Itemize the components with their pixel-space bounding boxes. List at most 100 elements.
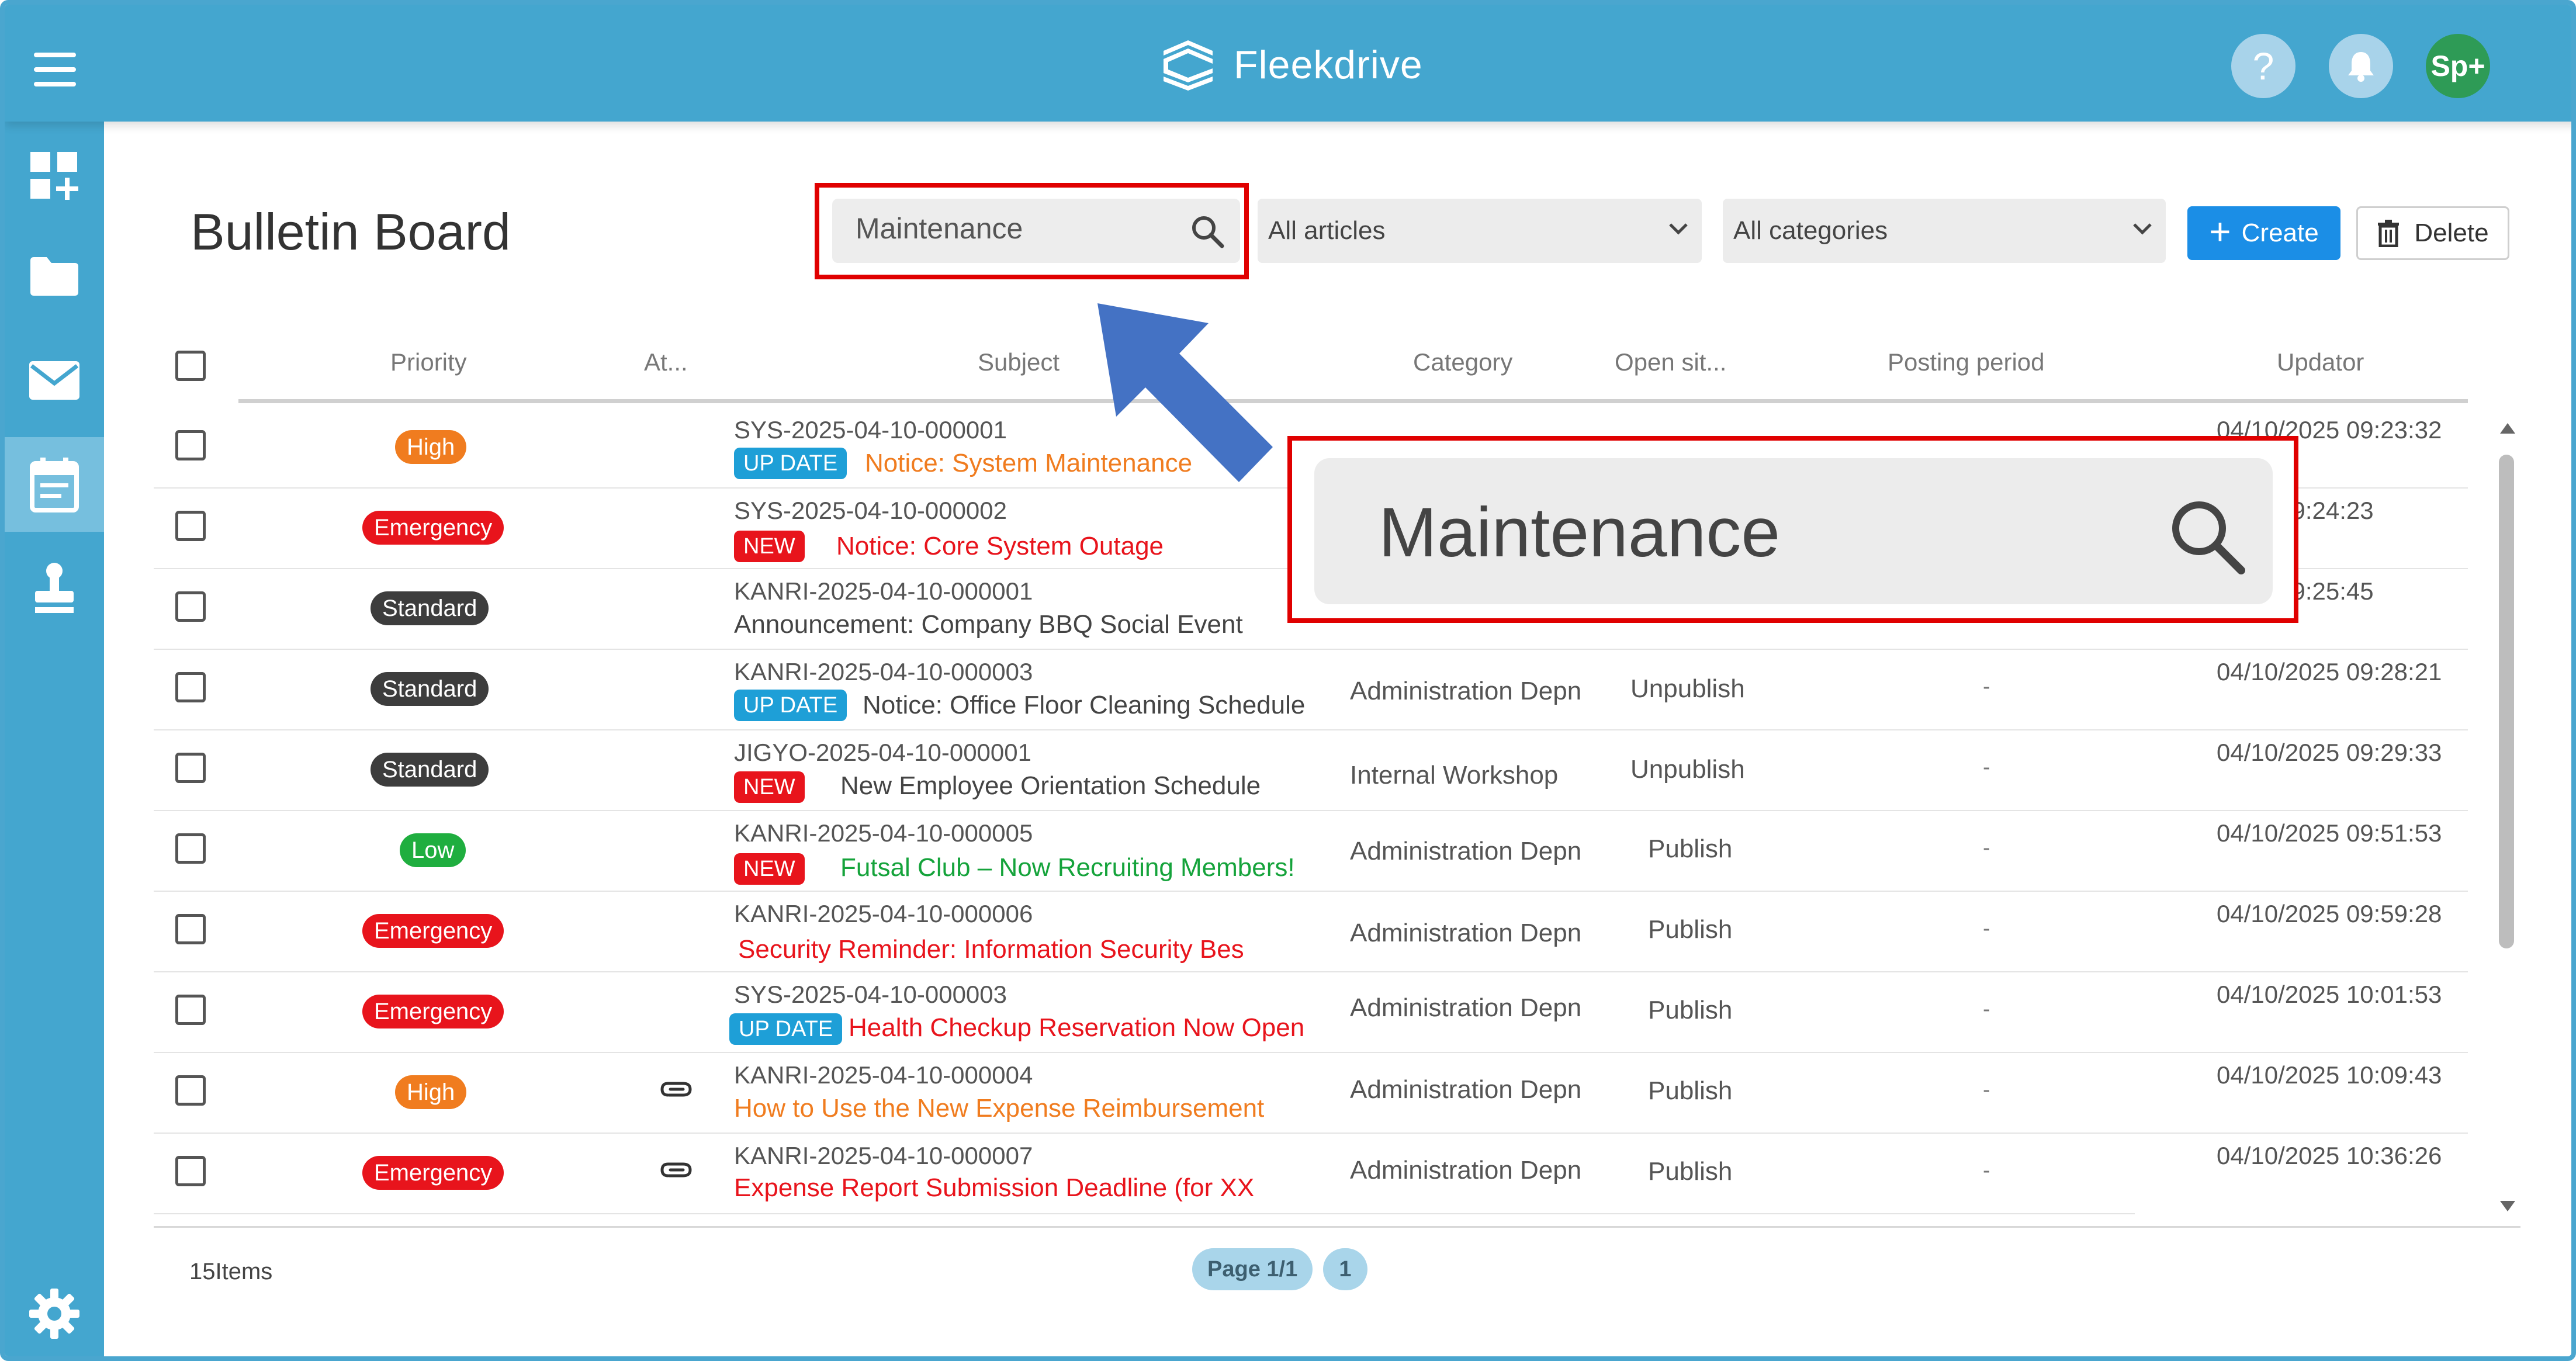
sidebar-item-approval[interactable] <box>5 541 104 636</box>
zoomed-search-text: Maintenance <box>1379 493 1781 572</box>
document-number: KANRI-2025-04-10-000006 <box>734 900 1033 927</box>
menu-icon[interactable] <box>34 53 81 88</box>
document-number: KANRI-2025-04-10-000005 <box>734 819 1033 847</box>
column-header-category[interactable]: Category <box>1413 348 1512 376</box>
row-checkbox[interactable] <box>175 753 206 783</box>
item-count: 15Items <box>189 1259 273 1284</box>
category-cell: Internal Workshop <box>1350 761 1559 789</box>
user-avatar[interactable]: Sp+ <box>2426 34 2490 98</box>
priority-badge: High <box>395 430 467 464</box>
document-number: KANRI-2025-04-10-000003 <box>734 658 1033 685</box>
subject-link[interactable]: Futsal Club – Now Recruiting Members! <box>840 853 1295 882</box>
fleekdrive-logo-icon <box>1164 40 1213 91</box>
subject-link[interactable]: How to Use the New Expense Reimbursement <box>734 1094 1264 1123</box>
row-checkbox[interactable] <box>175 591 206 622</box>
priority-badge: Low <box>400 833 466 867</box>
posting-period-cell: - <box>1983 1078 1990 1102</box>
search-value: Maintenance <box>856 212 1023 245</box>
mail-icon <box>29 361 79 400</box>
scroll-thumb[interactable] <box>2499 455 2514 948</box>
column-header-open-site[interactable]: Open sit... <box>1615 348 1726 376</box>
row-divider <box>154 810 2468 811</box>
paperclip-icon <box>660 1162 692 1178</box>
document-number: SYS-2025-04-10-000001 <box>734 416 1007 444</box>
posting-period-cell: - <box>1983 755 1990 780</box>
chevron-down-icon <box>2133 223 2152 235</box>
footer-divider <box>154 1226 2520 1228</box>
search-input[interactable]: Maintenance <box>832 199 1240 263</box>
app-logo[interactable]: Fleekdrive <box>1159 33 1423 97</box>
settings-icon <box>29 1289 79 1339</box>
row-checkbox[interactable] <box>175 511 206 541</box>
subject-link[interactable]: Announcement: Company BBQ Social Event <box>734 610 1243 639</box>
category-cell: Administration Depn <box>1350 919 1582 947</box>
settings-button[interactable] <box>28 1287 81 1343</box>
priority-badge: Emergency <box>362 1156 504 1190</box>
update-tag: UP DATE <box>734 448 847 479</box>
brand-name: Fleekdrive <box>1234 43 1423 87</box>
document-number: KANRI-2025-04-10-000001 <box>734 577 1033 605</box>
update-tag: UP DATE <box>729 1013 843 1045</box>
scroll-down-icon[interactable] <box>2499 1200 2516 1214</box>
document-number: KANRI-2025-04-10-000007 <box>734 1142 1033 1169</box>
sidebar-item-folders[interactable] <box>5 229 104 324</box>
categories-filter-select[interactable]: All categories <box>1723 199 2166 263</box>
subject-link[interactable]: Notice: Office Floor Cleaning Schedule <box>863 691 1305 720</box>
column-header-posting-period[interactable]: Posting period <box>1888 348 2045 376</box>
new-tag: NEW <box>734 771 805 803</box>
categories-filter-value: All categories <box>1733 216 1888 245</box>
row-checkbox[interactable] <box>175 995 206 1025</box>
page-number-button[interactable]: 1 <box>1323 1248 1367 1290</box>
page-indicator: Page 1/1 <box>1192 1248 1313 1290</box>
sidebar-item-mail[interactable] <box>5 333 104 428</box>
dashboard-add-icon <box>30 152 78 200</box>
document-number: SYS-2025-04-10-000002 <box>734 497 1007 524</box>
column-header-attachment[interactable]: At... <box>644 348 688 376</box>
column-header-updator[interactable]: Updator <box>2277 348 2364 376</box>
sidebar <box>5 122 104 1356</box>
subject-link[interactable]: New Employee Orientation Schedule <box>840 771 1261 801</box>
paperclip-icon <box>660 1082 692 1097</box>
articles-filter-value: All articles <box>1268 216 1386 245</box>
posting-period-cell: - <box>1983 916 1990 941</box>
sidebar-item-bulletin[interactable] <box>5 437 104 532</box>
plus-icon: + <box>2209 210 2231 252</box>
trash-icon <box>2378 220 2400 247</box>
row-checkbox[interactable] <box>175 914 206 944</box>
select-all-checkbox[interactable] <box>175 351 206 381</box>
updated-timestamp: 04/10/2025 10:01:53 <box>2217 981 2442 1008</box>
subject-link[interactable]: Health Checkup Reservation Now Open <box>849 1013 1304 1043</box>
priority-badge: High <box>395 1075 467 1109</box>
row-divider <box>154 1213 2135 1214</box>
notifications-button[interactable] <box>2329 34 2393 98</box>
priority-badge: Standard <box>371 672 489 706</box>
row-checkbox[interactable] <box>175 430 206 460</box>
status-cell: Publish <box>1648 915 1733 944</box>
row-checkbox[interactable] <box>175 1075 206 1106</box>
help-button[interactable]: ? <box>2231 34 2295 98</box>
row-checkbox[interactable] <box>175 833 206 864</box>
create-button[interactable]: + Create <box>2187 206 2340 260</box>
priority-badge: Standard <box>371 753 489 787</box>
sidebar-item-dashboard[interactable] <box>5 129 104 223</box>
row-checkbox[interactable] <box>175 1156 206 1186</box>
status-cell: Publish <box>1648 996 1733 1024</box>
articles-filter-select[interactable]: All articles <box>1258 199 1702 263</box>
row-divider <box>154 891 2468 892</box>
scroll-up-icon[interactable] <box>2499 421 2516 435</box>
subject-link[interactable]: Security Reminder: Information Security … <box>738 935 1244 964</box>
posting-period-cell: - <box>1983 1158 1990 1183</box>
column-header-subject[interactable]: Subject <box>978 348 1060 376</box>
updated-timestamp: 04/10/2025 09:29:33 <box>2217 739 2442 766</box>
updated-timestamp: 04/10/2025 09:51:53 <box>2217 819 2442 847</box>
row-divider <box>154 649 2468 650</box>
row-checkbox[interactable] <box>175 672 206 702</box>
zoomed-search-field: Maintenance <box>1314 458 2273 604</box>
subject-link[interactable]: Expense Report Submission Deadline (for … <box>734 1173 1254 1203</box>
search-icon[interactable] <box>1190 214 1225 249</box>
delete-button[interactable]: Delete <box>2356 206 2509 260</box>
column-header-priority[interactable]: Priority <box>390 348 467 376</box>
category-cell: Administration Depn <box>1350 993 1582 1022</box>
delete-label: Delete <box>2414 219 2489 247</box>
subject-link[interactable]: Notice: Core System Outage <box>836 532 1164 561</box>
